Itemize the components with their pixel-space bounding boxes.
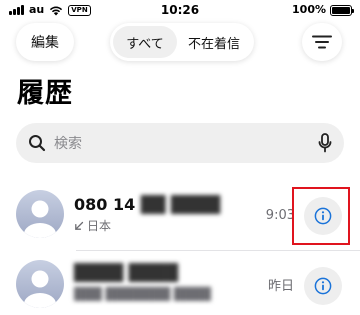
- outgoing-call-arrow-icon: [75, 221, 84, 230]
- battery-percent: 100%: [292, 3, 326, 16]
- search-input[interactable]: 検索: [54, 133, 318, 153]
- contact-placeholder-icon: [16, 190, 64, 238]
- filter-menu-button[interactable]: [302, 23, 342, 61]
- call-time: 昨日: [267, 279, 294, 294]
- status-right: 100%: [292, 3, 354, 17]
- info-button[interactable]: [304, 267, 342, 305]
- caller-name-redacted: ████ ████: [74, 263, 179, 282]
- edit-button[interactable]: 編集: [16, 23, 74, 61]
- page-title: 履歴: [17, 78, 73, 109]
- battery-icon: [330, 4, 354, 16]
- status-bar: au VPN 10:26 100%: [0, 0, 360, 20]
- battery-fill: [332, 6, 350, 14]
- call-location: 日本: [87, 219, 112, 233]
- call-subtitle-redacted: ███ ███████ ████: [74, 287, 211, 301]
- call-subtitle: 日本: [74, 218, 111, 234]
- contact-placeholder-icon: [16, 260, 64, 308]
- list-filter-icon: [312, 35, 332, 49]
- caller-name: 080 14 ██ ████: [74, 195, 220, 215]
- avatar: [16, 260, 64, 308]
- info-icon: [314, 277, 332, 295]
- highlight-box: [292, 187, 350, 245]
- caller-number-redacted: ██ ████: [140, 195, 221, 214]
- search-icon: [29, 135, 46, 152]
- microphone-icon[interactable]: [318, 133, 332, 153]
- divider: [76, 250, 360, 251]
- tab-missed-calls[interactable]: 不在着信: [177, 26, 251, 58]
- tab-all-calls[interactable]: すべて: [113, 26, 177, 58]
- avatar: [16, 190, 64, 238]
- caller-number: 080 14: [74, 195, 136, 214]
- call-filter-segmented-control: すべて 不在着信: [110, 23, 254, 61]
- call-history-row[interactable]: ████ ████ ███ ███████ ████ 昨日: [0, 252, 360, 315]
- call-time: 9:03: [265, 208, 295, 223]
- search-bar[interactable]: 検索: [16, 123, 344, 163]
